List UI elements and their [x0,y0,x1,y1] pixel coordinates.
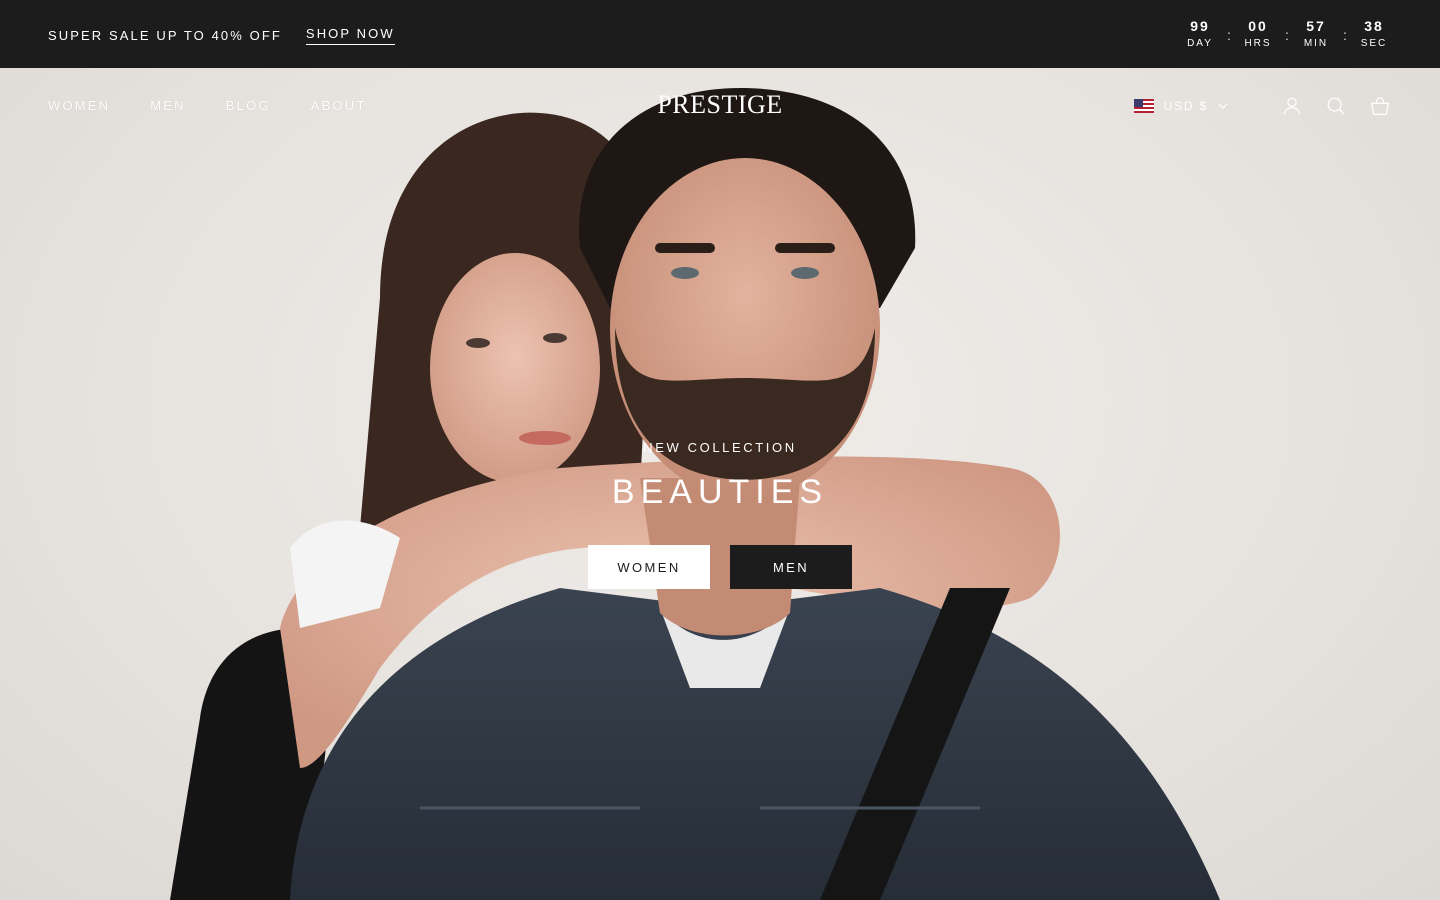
announcement-bar: SUPER SALE UP TO 40% OFF SHOP NOW 99 DAY… [0,0,1440,68]
flag-us-icon [1133,99,1154,113]
hero-eyebrow: NEW COLLECTION [643,440,797,455]
promo-text: SUPER SALE UP TO 40% OFF [48,28,282,43]
countdown-separator: : [1285,27,1289,43]
countdown-separator: : [1343,27,1347,43]
countdown-minutes-label: MIN [1303,38,1329,49]
nav-men[interactable]: MEN [150,98,186,113]
chevron-down-icon [1218,103,1228,109]
account-button[interactable] [1280,94,1304,118]
countdown-timer: 99 DAY : 00 HRS : 57 MIN : 38 SEC [1182,17,1392,53]
countdown-days-value: 99 [1190,18,1210,34]
hero-title: BEAUTIES [611,473,829,511]
shop-now-link[interactable]: SHOP NOW [305,26,395,45]
countdown-seconds: 38 SEC [1356,17,1392,51]
search-icon [1327,97,1345,115]
hero-section: WOMEN MEN BLOG ABOUT PRESTIGE USD $ NEW … [0,68,1440,900]
hero-buttons: WOMEN MEN [0,545,1440,589]
shop-men-button[interactable]: MEN [730,545,852,589]
nav-about[interactable]: ABOUT [311,98,367,113]
countdown-minutes-value: 57 [1306,18,1326,34]
shop-women-button[interactable]: WOMEN [588,545,710,589]
account-icon [1283,97,1301,115]
site-logo[interactable]: PRESTIGE [657,90,782,119]
countdown-seconds-value: 38 [1364,18,1384,34]
site-header: WOMEN MEN BLOG ABOUT PRESTIGE USD $ [0,68,1440,144]
promo: SUPER SALE UP TO 40% OFF SHOP NOW [48,26,395,45]
countdown-seconds-label: SEC [1360,38,1388,49]
currency-label: USD $ [1163,99,1208,113]
countdown-separator: : [1227,27,1231,43]
hero-content: NEW COLLECTION BEAUTIES WOMEN MEN [0,440,1440,589]
main-nav: WOMEN MEN BLOG ABOUT [48,98,367,113]
countdown-minutes: 57 MIN [1298,17,1334,51]
countdown-days: 99 DAY [1182,17,1218,51]
countdown-hours-label: HRS [1244,38,1272,49]
cart-button[interactable] [1368,94,1392,118]
cart-icon [1370,97,1390,115]
search-button[interactable] [1324,94,1348,118]
nav-women[interactable]: WOMEN [48,98,110,113]
countdown-hours-value: 00 [1248,18,1268,34]
countdown-days-label: DAY [1187,38,1213,49]
header-actions: USD $ [1133,94,1392,118]
currency-selector[interactable]: USD $ [1133,99,1228,113]
nav-blog[interactable]: BLOG [226,98,271,113]
countdown-hours: 00 HRS [1240,17,1276,51]
